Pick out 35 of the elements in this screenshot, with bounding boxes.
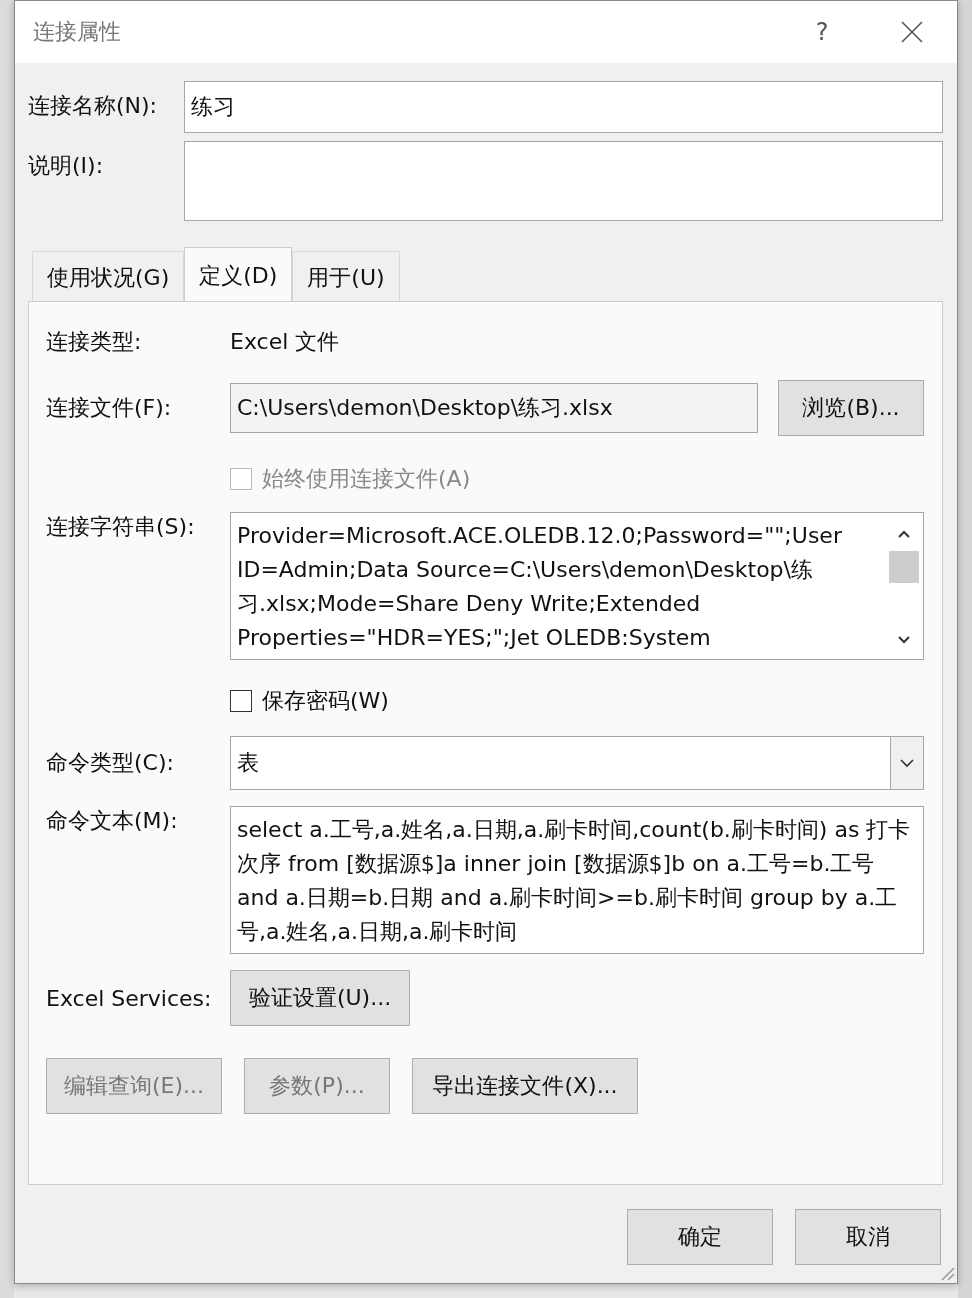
close-icon (901, 21, 923, 43)
command-text-field[interactable]: select a.工号,a.姓名,a.日期,a.刷卡时间,count(b.刷卡时间) as 打卡次序 from [数据源$]a inner join [数据源$]b on a.工号=b.工号 and a.日期=b.日期 and a.刷卡时间>=b.刷卡时间 group by a.工号,a.姓名,a.日期,a.刷卡时间 (230, 806, 924, 954)
chevron-down-icon (899, 758, 915, 768)
dialog-button[interactable]: 确定 (627, 1209, 773, 1265)
command-type-dropdown[interactable]: 表 (230, 736, 924, 790)
tab[interactable]: 使用状况(G) (32, 251, 185, 301)
help-button[interactable]: ? (777, 18, 867, 46)
connection-string-text: Provider=Microsoft.ACE.OLEDB.12.0;Password="";User ID=Admin;Data Source=C:\Users\demon\Desktop\练习.xlsx;Mode=Share Deny Write;Extended Properties="HDR=YES;";Jet OLEDB:System (237, 522, 843, 652)
checkbox-label: 始终使用连接文件(A) (262, 465, 471, 493)
connection-file-field[interactable]: C:\Users\demon\Desktop\练习.xlsx (230, 383, 758, 433)
scrollbar-thumb[interactable] (889, 551, 919, 583)
field-label: 连接字符串(S): (46, 513, 196, 541)
tab[interactable]: 定义(D) (184, 247, 293, 301)
connection-type-value: Excel 文件 (230, 328, 340, 356)
dialog-button[interactable]: 取消 (795, 1209, 941, 1265)
checkbox[interactable] (230, 690, 252, 712)
connection-string-field[interactable]: Provider=Microsoft.ACE.OLEDB.12.0;Password="";User ID=Admin;Data Source=C:\Users\demon\Desktop\练习.xlsx;Mode=Share Deny Write;Extended Properties="HDR=YES;";Jet OLEDB:System (230, 512, 924, 660)
validation-settings-button[interactable]: 验证设置(U)... (230, 970, 410, 1026)
scroll-up-icon (897, 529, 911, 539)
checkbox-label: 保存密码(W) (262, 687, 389, 715)
description-field[interactable] (184, 141, 943, 221)
tab[interactable]: 用于(U) (292, 251, 400, 301)
connection-name-field[interactable]: 练习 (184, 81, 943, 133)
scroll-down-icon (897, 635, 911, 645)
browse-button[interactable]: 浏览(B)... (778, 380, 924, 436)
field-label: 命令文本(M): (46, 807, 179, 835)
field-label: 连接名称(N): (28, 92, 159, 120)
field-label: 连接类型: (46, 328, 143, 356)
window-title: 连接属性 (33, 18, 121, 46)
action-button[interactable]: 导出连接文件(X)... (412, 1058, 638, 1114)
field-label: 说明(I): (28, 152, 105, 180)
resize-grip-icon (939, 1265, 955, 1281)
field-label: 连接文件(F): (46, 394, 173, 422)
field-label: Excel Services: (46, 985, 213, 1011)
field-label: 命令类型(C): (46, 749, 175, 777)
